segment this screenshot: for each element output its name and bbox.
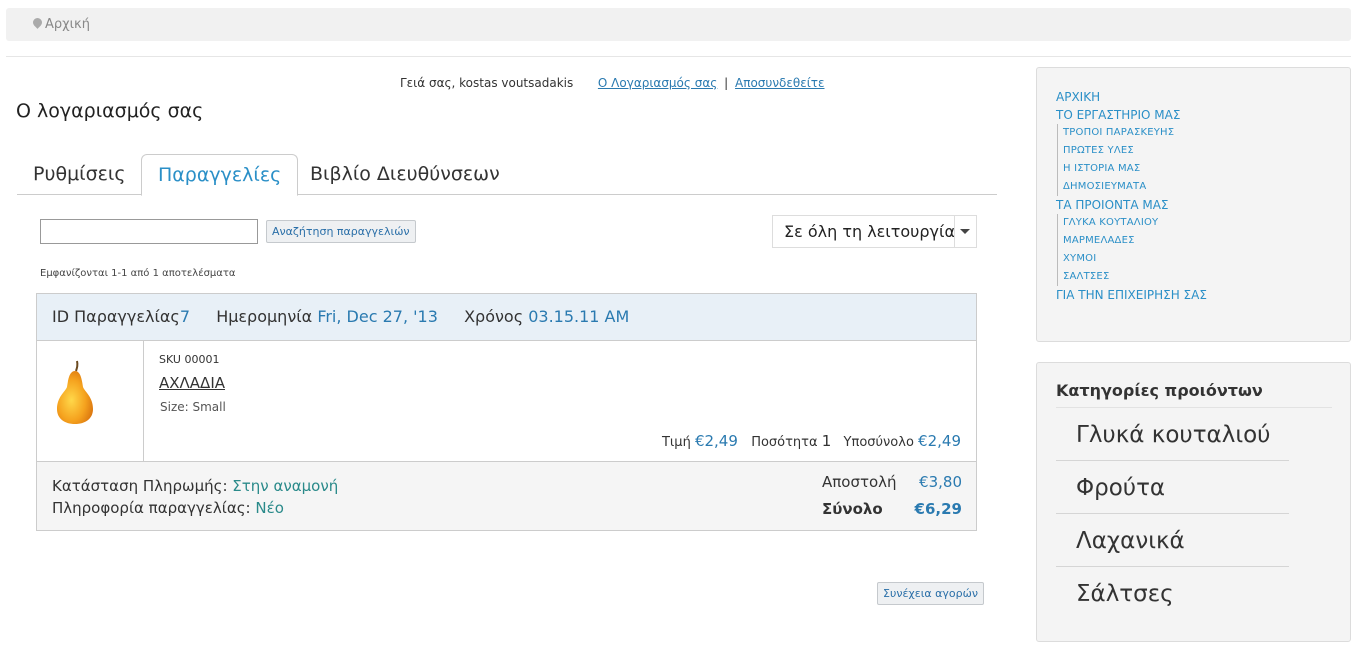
category-item[interactable]: Λαχανικά bbox=[1056, 514, 1289, 567]
category-item[interactable]: Σάλτσες bbox=[1056, 567, 1289, 620]
nav-workshop-submenu: ΤΡΟΠΟΙ ΠΑΡΑΣΚΕΥΗΣ ΠΡΩΤΕΣ ΥΛΕΣ Η ΙΣΤΟΡΙΑ … bbox=[1057, 124, 1350, 196]
item-pricing: Τιμή €2,49 Ποσότητα 1 Υποσύνολο €2,49 bbox=[662, 432, 961, 450]
nav-our-history[interactable]: Η ΙΣΤΟΡΙΑ ΜΑΣ bbox=[1063, 160, 1350, 178]
qty-value: 1 bbox=[821, 432, 832, 450]
order-date-label: Ημερομηνία bbox=[216, 307, 313, 326]
map-pin-icon bbox=[31, 16, 44, 29]
order-time-label: Χρόνος bbox=[464, 307, 524, 326]
product-categories-panel: Κατηγορίες προιόντων Γλυκά κουταλιού Φρο… bbox=[1036, 362, 1351, 642]
order-date: Fri, Dec 27, '13 bbox=[317, 307, 438, 326]
divider bbox=[6, 56, 1351, 57]
order-search-input[interactable] bbox=[40, 219, 258, 244]
shipping-value: €3,80 bbox=[919, 473, 962, 491]
qty-label: Ποσότητα bbox=[751, 435, 818, 450]
order-info-status: Νέο bbox=[255, 499, 284, 517]
greeting-text: Γειά σας, kostas voutsadakis bbox=[400, 76, 574, 90]
tab-bar: Ρυθμίσεις Παραγγελίες Βιβλίο Διευθύνσεων bbox=[17, 154, 997, 196]
category-item[interactable]: Φρούτα bbox=[1056, 461, 1289, 514]
nav-raw-materials[interactable]: ΠΡΩΤΕΣ ΥΛΕΣ bbox=[1063, 142, 1350, 160]
nav-products[interactable]: ΤΑ ΠΡΟΙΟΝΤΑ ΜΑΣ bbox=[1056, 196, 1350, 214]
product-size: Size: Small bbox=[160, 400, 226, 414]
nav-marmalades[interactable]: ΜΑΡΜΕΛΑΔΕΣ bbox=[1063, 232, 1350, 250]
order-totals: Αποστολή €3,80 Σύνολο €6,29 bbox=[822, 473, 962, 527]
pear-image[interactable] bbox=[55, 359, 95, 425]
order-summary: Κατάσταση Πληρωμής: Στην αναμονή Πληροφο… bbox=[37, 462, 976, 530]
tab-address-book[interactable]: Βιβλίο Διευθύνσεων bbox=[294, 154, 516, 195]
order-card: ID Παραγγελίας7 Ημερομηνία Fri, Dec 27, … bbox=[36, 293, 977, 531]
nav-publications[interactable]: ΔΗΜΟΣΙΕΥΜΑΤΑ bbox=[1063, 178, 1350, 196]
greeting-separator: | bbox=[724, 76, 729, 90]
greeting-bar: Γειά σας, kostas voutsadakis Ο Λογαριασμ… bbox=[400, 76, 825, 90]
filter-dropdown-toggle[interactable] bbox=[954, 216, 976, 247]
nav-juices[interactable]: ΧΥΜΟΙ bbox=[1063, 250, 1350, 268]
product-thumbnail-cell bbox=[37, 341, 144, 461]
subtotal-label: Υποσύνολο bbox=[843, 435, 914, 450]
order-filter-select[interactable]: Σε όλη τη λειτουργία bbox=[772, 215, 977, 248]
categories-title: Κατηγορίες προιόντων bbox=[1056, 381, 1332, 408]
account-link[interactable]: Ο Λογαριασμός σας bbox=[598, 76, 717, 90]
payment-status-label: Κατάσταση Πληρωμής: bbox=[52, 477, 228, 495]
total-value: €6,29 bbox=[914, 500, 962, 518]
tab-orders[interactable]: Παραγγελίες bbox=[141, 154, 299, 196]
category-item[interactable]: Γλυκά κουταλιού bbox=[1056, 408, 1289, 461]
product-sku: SKU 00001 bbox=[159, 353, 220, 366]
breadcrumb: Αρχική bbox=[6, 8, 1351, 41]
product-name-link[interactable]: ΑΧΛΑΔΙΑ bbox=[159, 374, 225, 392]
nav-sauces[interactable]: ΣΑΛΤΣΕΣ bbox=[1063, 268, 1350, 286]
payment-status: Στην αναμονή bbox=[232, 477, 339, 495]
order-item-row: SKU 00001 ΑΧΛΑΔΙΑ Size: Small Τιμή €2,49… bbox=[37, 341, 976, 462]
total-label: Σύνολο bbox=[822, 500, 883, 518]
nav-workshop[interactable]: ΤΟ ΕΡΓΑΣΤΗΡΙΟ ΜΑΣ bbox=[1056, 106, 1350, 124]
order-info-label: Πληροφορία παραγγελίας: bbox=[52, 499, 251, 517]
payment-info: Κατάσταση Πληρωμής: Στην αναμονή Πληροφο… bbox=[52, 475, 338, 519]
order-id-label: ID Παραγγελίας bbox=[52, 307, 180, 326]
price-label: Τιμή bbox=[661, 435, 691, 450]
nav-products-submenu: ΓΛΥΚΑ ΚΟΥΤΑΛΙΟΥ ΜΑΡΜΕΛΑΔΕΣ ΧΥΜΟΙ ΣΑΛΤΣΕΣ bbox=[1057, 214, 1350, 286]
nav-for-business[interactable]: ΓΙΑ ΤΗΝ ΕΠΙΧΕΙΡΗΣΗ ΣΑΣ bbox=[1056, 286, 1350, 304]
side-navigation: ΑΡΧΙΚΗ ΤΟ ΕΡΓΑΣΤΗΡΙΟ ΜΑΣ ΤΡΟΠΟΙ ΠΑΡΑΣΚΕΥ… bbox=[1036, 67, 1351, 342]
shipping-label: Αποστολή bbox=[822, 473, 897, 491]
order-id: 7 bbox=[179, 307, 190, 326]
nav-spoon-sweets[interactable]: ΓΛΥΚΑ ΚΟΥΤΑΛΙΟΥ bbox=[1063, 214, 1350, 232]
results-count: Εμφανίζονται 1-1 από 1 αποτελέσματα bbox=[40, 268, 236, 279]
subtotal-value: €2,49 bbox=[918, 432, 961, 450]
continue-shopping-button[interactable]: Συνέχεια αγορών bbox=[877, 582, 985, 605]
order-time: 03.15.11 AM bbox=[528, 307, 630, 326]
page-title: Ο λογαριασμός σας bbox=[16, 100, 204, 122]
price-value: €2,49 bbox=[694, 432, 738, 450]
search-orders-button[interactable]: Αναζήτηση παραγγελιών bbox=[266, 220, 416, 243]
tab-settings[interactable]: Ρυθμίσεις bbox=[17, 154, 142, 195]
nav-home[interactable]: ΑΡΧΙΚΗ bbox=[1056, 88, 1350, 106]
order-header: ID Παραγγελίας7 Ημερομηνία Fri, Dec 27, … bbox=[37, 294, 976, 341]
nav-preparation-methods[interactable]: ΤΡΟΠΟΙ ΠΑΡΑΣΚΕΥΗΣ bbox=[1063, 124, 1350, 142]
logout-link[interactable]: Αποσυνδεθείτε bbox=[735, 76, 824, 90]
chevron-down-icon bbox=[960, 229, 970, 234]
breadcrumb-home[interactable]: Αρχική bbox=[45, 17, 90, 32]
filter-selected-value: Σε όλη τη λειτουργία bbox=[784, 222, 955, 241]
